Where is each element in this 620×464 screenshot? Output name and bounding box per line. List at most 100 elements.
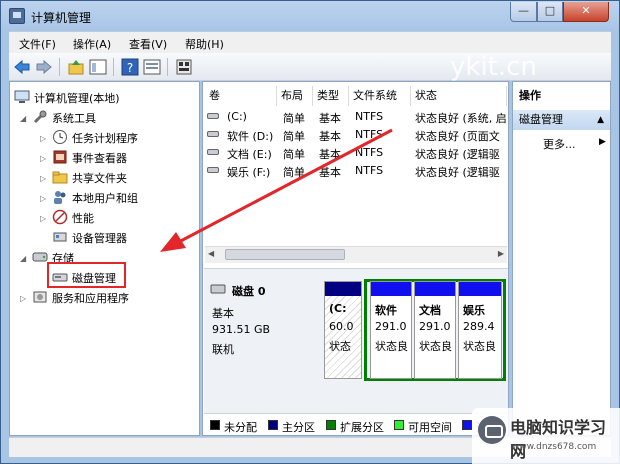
minimize-button[interactable]: — <box>510 2 537 22</box>
tree-item-event-viewer[interactable]: 事件查看器 <box>52 148 196 166</box>
partition-size: 60.0 <box>329 320 354 333</box>
back-icon[interactable] <box>13 58 31 76</box>
volume-status: 状态良好 (页面文 <box>415 130 500 143</box>
tree-item-performance[interactable]: 性能 <box>52 208 196 226</box>
collapse-up-icon[interactable]: ▲ <box>597 110 604 130</box>
partition-size: 291.0 <box>419 320 451 333</box>
tree-label: 系统工具 <box>52 112 96 125</box>
disk-icon <box>210 284 226 294</box>
watermark-url: www.dnzs678.com <box>512 442 597 452</box>
partition-f[interactable]: 娱乐 289.4 状态良 <box>458 281 502 379</box>
menu-help[interactable]: 帮助(H) <box>185 36 224 52</box>
show-hide-tree-icon[interactable] <box>89 58 107 76</box>
disk-properties-icon[interactable] <box>175 58 193 76</box>
table-row[interactable]: 文档 (E:) 简单 基本 NTFS 状态良好 (逻辑驱 <box>205 144 505 162</box>
toolbar-separator <box>167 58 168 76</box>
scroll-right-icon[interactable]: ▶ <box>498 249 504 258</box>
menu-view[interactable]: 查看(V) <box>129 36 167 52</box>
title-bar[interactable]: 计算机管理 — □ ✕ <box>1 1 619 31</box>
expand-icon[interactable]: ▷ <box>20 294 26 303</box>
partition-label: 软件 <box>375 304 397 317</box>
actions-pane: 操作 磁盘管理 ▲ 更多... ▶ <box>512 81 611 436</box>
disk-layout-area: 磁盘 0 基本 931.51 GB 联机 (C: 60.0 状态 软件 291.… <box>204 268 508 435</box>
computer-icon <box>14 90 30 103</box>
tree-label: 事件查看器 <box>72 152 127 165</box>
expand-icon[interactable]: ▷ <box>40 154 46 163</box>
tree-item-device-manager[interactable]: 设备管理器 <box>52 228 196 246</box>
close-button[interactable]: ✕ <box>563 2 609 22</box>
partition-c[interactable]: (C: 60.0 状态 <box>324 281 362 379</box>
volume-icon <box>207 167 219 173</box>
actions-section-label: 磁盘管理 <box>519 113 563 126</box>
legend-label: 可用空间 <box>408 421 452 434</box>
volume-status: 状态良好 (系统, 启 <box>415 112 507 125</box>
column-header-layout[interactable]: 布局 <box>277 86 313 106</box>
partition-label: 文档 <box>419 304 441 317</box>
scrollbar-thumb[interactable] <box>225 249 345 260</box>
more-actions-label: 更多... <box>543 138 576 151</box>
console-tree: 计算机管理(本地) ◢ 系统工具 ▷ 任务计划程序 ▷ 事件查看器 ▷ 共享文件… <box>9 81 200 436</box>
device-manager-icon <box>53 232 67 242</box>
table-row[interactable]: 娱乐 (F:) 简单 基本 NTFS 状态良好 (逻辑驱 <box>205 162 505 180</box>
volume-name: (C:) <box>227 110 247 123</box>
partition-size: 291.0 <box>375 320 407 333</box>
tree-item-system-tools[interactable]: 系统工具 <box>32 108 192 126</box>
volume-type: 基本 <box>319 112 341 125</box>
forward-icon[interactable] <box>35 58 53 76</box>
tree-label: 共享文件夹 <box>72 172 127 185</box>
watermark-brand: 电脑知识学习网 <box>510 418 607 461</box>
volume-icon <box>207 113 219 119</box>
volume-name: 文档 (E:) <box>227 148 272 161</box>
volume-fs: NTFS <box>355 164 384 177</box>
actions-section-disk-management[interactable]: 磁盘管理 ▲ <box>513 110 610 130</box>
volume-fs: NTFS <box>355 146 384 159</box>
expand-icon[interactable]: ▷ <box>40 214 46 223</box>
tree-item-task-scheduler[interactable]: 任务计划程序 <box>52 128 196 146</box>
expand-icon[interactable]: ▷ <box>40 134 46 143</box>
more-actions-link[interactable]: 更多... ▶ <box>543 136 606 152</box>
tree-item-computer-management[interactable]: 计算机管理(本地) <box>14 88 194 106</box>
table-row[interactable]: 软件 (D:) 简单 基本 NTFS 状态良好 (页面文 <box>205 126 505 144</box>
partition-status: 状态良 <box>463 340 496 353</box>
legend-swatch-primary <box>268 420 278 430</box>
expand-icon[interactable]: ▷ <box>40 174 46 183</box>
tree-label: 任务计划程序 <box>72 132 138 145</box>
collapse-icon[interactable]: ◢ <box>20 254 26 263</box>
scroll-left-icon[interactable]: ◀ <box>208 249 214 258</box>
up-folder-icon[interactable] <box>67 58 85 76</box>
column-header-status[interactable]: 状态 <box>411 86 507 106</box>
legend-label: 扩展分区 <box>340 421 384 434</box>
partition-type-bar <box>415 282 455 296</box>
menu-file[interactable]: 文件(F) <box>19 36 56 52</box>
expand-icon[interactable]: ▷ <box>40 194 46 203</box>
highlight-box <box>47 262 126 288</box>
horizontal-scrollbar[interactable]: ◀ ▶ <box>205 246 507 263</box>
disk-0-info[interactable]: 磁盘 0 基本 931.51 GB 联机 <box>206 277 318 379</box>
event-viewer-icon <box>53 150 67 164</box>
column-header-type[interactable]: 类型 <box>313 86 349 106</box>
watermark-logo: 电脑知识学习网 www.dnzs678.com <box>472 408 620 464</box>
tools-icon <box>33 110 47 124</box>
properties-icon[interactable] <box>143 58 161 76</box>
volume-icon <box>207 149 219 155</box>
clock-icon <box>53 130 67 144</box>
table-row[interactable]: (C:) 简单 基本 NTFS 状态良好 (系统, 启 <box>205 108 507 126</box>
help-icon[interactable]: ? <box>121 58 139 76</box>
storage-icon <box>32 252 48 262</box>
tree-item-shared-folders[interactable]: 共享文件夹 <box>52 168 196 186</box>
partition-e[interactable]: 文档 291.0 状态良 <box>414 281 456 379</box>
volume-icon <box>207 131 219 137</box>
partition-d[interactable]: 软件 291.0 状态良 <box>370 281 412 379</box>
column-header-file-system[interactable]: 文件系统 <box>349 86 411 106</box>
toolbar-separator <box>113 58 114 76</box>
maximize-button[interactable]: □ <box>537 2 563 22</box>
collapse-icon[interactable]: ◢ <box>20 114 26 123</box>
watermark-site: ykit.cn <box>450 52 537 82</box>
column-header-volume[interactable]: 卷 <box>205 86 277 106</box>
menu-action[interactable]: 操作(A) <box>73 36 111 52</box>
volume-fs: NTFS <box>355 128 384 141</box>
services-icon <box>33 291 47 303</box>
tree-item-services-applications[interactable]: 服务和应用程序 <box>32 288 196 306</box>
tree-item-local-users-groups[interactable]: 本地用户和组 <box>52 188 196 206</box>
partition-status: 状态良 <box>419 340 452 353</box>
